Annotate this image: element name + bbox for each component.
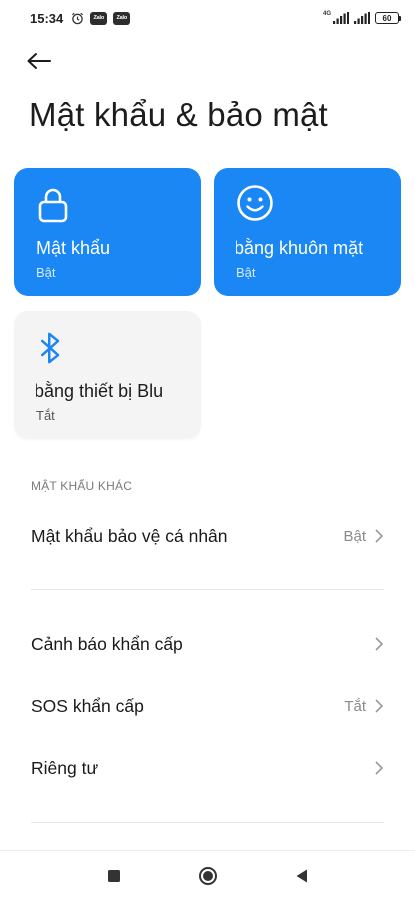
bluetooth-icon [40, 332, 60, 364]
battery-tip [399, 15, 401, 21]
home-button[interactable] [196, 864, 220, 888]
password-tile[interactable]: Mật khẩu Bật [14, 168, 201, 296]
bluetooth-unlock-tile[interactable]: bằng thiết bị Blu Tắt [14, 311, 201, 439]
signal-icon [333, 12, 349, 24]
signal-icon [354, 12, 370, 24]
square-icon [107, 869, 120, 882]
back-button[interactable] [26, 46, 62, 76]
emergency-alert-row[interactable]: Cảnh báo khẩn cấp [0, 616, 415, 672]
network-type-label: 4G [322, 11, 331, 17]
privacy-row[interactable]: Riêng tư [0, 740, 415, 796]
face-unlock-tile[interactable]: bằng khuôn mặt Bật [214, 168, 401, 296]
row-right: Tắt [344, 698, 384, 715]
chevron-right-icon [375, 699, 384, 713]
chevron-right-icon [375, 529, 384, 543]
recent-apps-button[interactable] [102, 864, 126, 888]
battery-icon: 60 [375, 12, 401, 24]
back-nav-button[interactable] [290, 864, 314, 888]
tile-status: Bật [36, 265, 56, 280]
row-label: Cảnh báo khẩn cấp [31, 633, 183, 654]
tile-label: Mật khẩu [36, 238, 111, 258]
row-right: Bật [343, 528, 384, 545]
section-header: MẬT KHẨU KHÁC [31, 479, 133, 493]
tile-label: bằng thiết bị Blu [36, 381, 164, 401]
status-bar: 15:34 Zalo Zalo 4G 60 [0, 0, 415, 36]
chevron-right-icon [375, 637, 384, 651]
row-label: SOS khẩn cấp [31, 695, 144, 716]
zalo-notification-icon: Zalo [90, 11, 108, 25]
lock-icon [38, 188, 68, 223]
chevron-right-icon [375, 761, 384, 775]
row-label: Mật khẩu bảo vệ cá nhân [31, 525, 228, 546]
row-value: Bật [343, 527, 366, 545]
navigation-bar [0, 850, 415, 900]
zalo-notification-icon: Zalo [113, 11, 131, 25]
page-title: Mật khẩu & bảo mật [29, 96, 328, 133]
row-value: Tắt [344, 697, 366, 715]
row-label: Riêng tư [31, 757, 99, 778]
tile-label: bằng khuôn mặt [236, 238, 364, 258]
triangle-back-icon [296, 869, 307, 882]
alarm-icon [72, 12, 84, 24]
tile-status: Tắt [36, 408, 55, 423]
row-right [366, 760, 384, 776]
divider [31, 589, 384, 590]
status-right: 4G 60 [322, 11, 401, 24]
home-circle-icon [198, 866, 217, 885]
tile-status: Bật [236, 265, 256, 280]
divider [31, 822, 384, 823]
battery-level: 60 [375, 12, 399, 24]
status-left: 15:34 Zalo Zalo [30, 10, 131, 26]
emergency-sos-row[interactable]: SOS khẩn cấp Tắt [0, 678, 415, 734]
arrow-left-icon [27, 53, 51, 69]
personal-password-row[interactable]: Mật khẩu bảo vệ cá nhân Bật [0, 508, 415, 564]
row-right [366, 636, 384, 652]
face-icon [237, 185, 273, 221]
status-time: 15:34 [30, 10, 64, 26]
